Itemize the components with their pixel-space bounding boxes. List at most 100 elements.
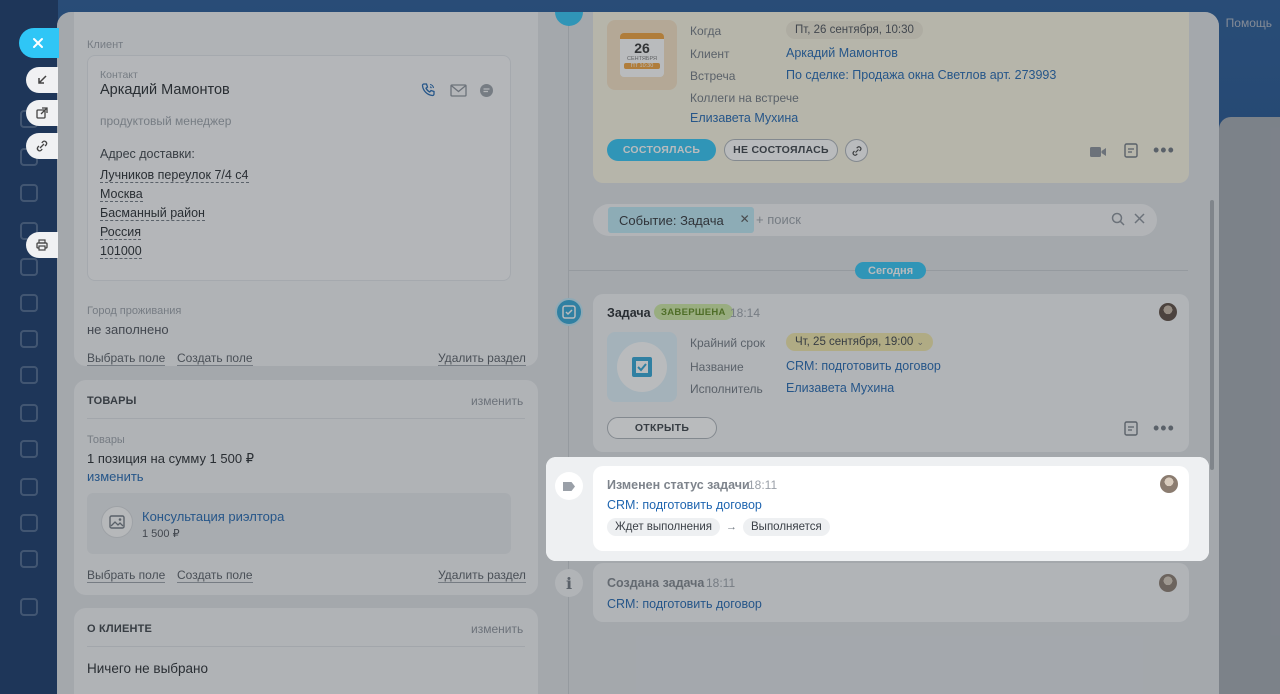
client-link[interactable]: Аркадий Мамонтов xyxy=(786,46,898,60)
filter-chip[interactable]: Событие: Задача ✕ xyxy=(608,207,754,233)
more-menu-icon[interactable]: ••• xyxy=(1153,141,1175,159)
video-icon[interactable] xyxy=(1089,145,1107,163)
link-icon xyxy=(36,140,48,152)
product-price: 1 500 ₽ xyxy=(142,528,180,540)
print-button[interactable] xyxy=(26,232,58,258)
info-timeline-dot: i xyxy=(555,569,583,597)
city-value: не заполнено xyxy=(87,322,169,337)
colleagues-label: Коллеги на встрече xyxy=(690,91,799,105)
about-edit-link[interactable]: изменить xyxy=(471,622,523,636)
filter-search-input[interactable]: + поиск xyxy=(756,212,801,227)
goods-section: ТОВАРЫ изменить Товары 1 позиция на сумм… xyxy=(74,380,538,595)
timeline-dot xyxy=(555,12,583,26)
status-from: Ждет выполнения xyxy=(607,518,721,536)
note-icon[interactable] xyxy=(1124,421,1138,441)
address-line[interactable]: Лучников переулок 7/4 с4 xyxy=(100,168,249,183)
city-label: Город проживания xyxy=(87,305,182,317)
address-label: Адрес доставки: xyxy=(100,147,195,161)
clear-filter-icon[interactable] xyxy=(1133,212,1146,230)
about-value: Ничего не выбрано xyxy=(87,661,209,676)
status-change-task-link[interactable]: CRM: подготовить договор xyxy=(607,498,762,512)
deadline-value[interactable]: Чт, 25 сентября, 19:00 ⌄ xyxy=(786,333,934,351)
contact-name[interactable]: Аркадий Мамонтов xyxy=(100,82,230,98)
timeline-scrollbar[interactable] xyxy=(1210,200,1214,470)
client-section: Клиент Контакт Аркадий Мамонтов продукто… xyxy=(74,12,538,366)
task-time: 18:14 xyxy=(730,306,761,320)
goods-change-link[interactable]: изменить xyxy=(87,469,144,484)
create-field-link[interactable]: Создать поле xyxy=(177,568,253,583)
note-icon[interactable] xyxy=(1124,143,1138,163)
today-badge: Сегодня xyxy=(855,262,927,279)
calendar-day: 26 xyxy=(634,40,650,56)
avatar[interactable] xyxy=(1159,303,1177,321)
task-created-time: 18:11 xyxy=(706,576,736,590)
meeting-not-done-button[interactable]: НЕ СОСТОЯЛАСЬ xyxy=(724,139,838,161)
avatar[interactable] xyxy=(1160,475,1178,493)
goods-label: Товары xyxy=(87,434,125,446)
address-lines: Лучников переулок 7/4 с4 Москва Басманны… xyxy=(100,166,249,261)
when-value: Пт, 26 сентября, 10:30 xyxy=(786,21,923,39)
remove-filter-icon[interactable]: ✕ xyxy=(740,212,750,226)
mail-icon[interactable] xyxy=(450,84,467,102)
copy-link-button[interactable] xyxy=(26,133,58,159)
status-change-card: Изменен статус задачи 18:11 CRM: подгото… xyxy=(593,466,1189,551)
product-name[interactable]: Консультация риэлтора xyxy=(142,509,284,524)
task-created-link[interactable]: CRM: подготовить договор xyxy=(607,597,762,611)
meeting-done-button[interactable]: СОСТОЯЛАСЬ xyxy=(607,139,716,161)
contact-label: Контакт xyxy=(100,69,138,81)
goods-edit-link[interactable]: изменить xyxy=(471,394,523,408)
task-created-card: Создана задача 18:11 CRM: подготовить до… xyxy=(593,563,1189,622)
select-field-link[interactable]: Выбрать поле xyxy=(87,351,166,366)
open-in-new-window-button[interactable] xyxy=(26,100,58,126)
printer-icon xyxy=(36,239,48,251)
product-image-icon xyxy=(101,506,133,538)
search-icon[interactable] xyxy=(1111,212,1125,231)
goods-section-title: ТОВАРЫ xyxy=(87,395,137,407)
delete-section-link[interactable]: Удалить раздел xyxy=(438,351,526,366)
phone-icon[interactable] xyxy=(420,82,436,103)
assignee-label: Исполнитель xyxy=(690,382,763,396)
address-line[interactable]: Москва xyxy=(100,187,143,202)
status-change-title: Изменен статус задачи xyxy=(607,478,750,492)
avatar[interactable] xyxy=(1159,574,1177,592)
external-link-icon xyxy=(36,107,48,119)
colleague-link[interactable]: Елизавета Мухина xyxy=(690,111,798,125)
deadline-label: Крайний срок xyxy=(690,336,766,350)
status-timeline-dot xyxy=(555,472,583,500)
address-line[interactable]: Россия xyxy=(100,225,141,240)
attach-link-button[interactable] xyxy=(845,139,868,162)
address-line[interactable]: Басманный район xyxy=(100,206,205,221)
task-created-title: Создана задача xyxy=(607,576,705,590)
status-change-time: 18:11 xyxy=(748,478,778,492)
when-label: Когда xyxy=(690,24,722,38)
more-menu-icon[interactable]: ••• xyxy=(1153,419,1175,437)
product-card: Консультация риэлтора 1 500 ₽ xyxy=(87,493,511,554)
arrow-down-left-icon xyxy=(38,75,47,84)
timeline-filter-bar[interactable]: Событие: Задача ✕ + поиск xyxy=(593,204,1157,236)
tag-icon xyxy=(563,481,575,491)
create-field-link[interactable]: Создать поле xyxy=(177,351,253,366)
deadline-text: Чт, 25 сентября, 19:00 xyxy=(795,336,914,348)
task-name-link[interactable]: CRM: подготовить договор xyxy=(786,359,941,373)
about-client-section: О КЛИЕНТЕ изменить Ничего не выбрано xyxy=(74,608,538,694)
contact-position: продуктовый менеджер xyxy=(100,114,232,128)
minimize-button[interactable] xyxy=(26,67,58,93)
task-activity-card: Задача ЗАВЕРШЕНА 18:14 Крайний срок Чт, … xyxy=(593,294,1189,452)
crm-entity-slider: Клиент Контакт Аркадий Мамонтов продукто… xyxy=(57,12,1219,694)
task-name-label: Название xyxy=(690,360,744,374)
select-field-link[interactable]: Выбрать поле xyxy=(87,568,166,583)
contact-card: Контакт Аркадий Мамонтов продуктовый мен… xyxy=(87,55,511,281)
status-to: Выполняется xyxy=(743,518,830,536)
deal-link[interactable]: По сделке: Продажа окна Светлов арт. 273… xyxy=(786,68,1056,82)
chat-icon[interactable] xyxy=(479,83,494,103)
assignee-link[interactable]: Елизавета Мухина xyxy=(786,381,894,395)
address-line[interactable]: 101000 xyxy=(100,244,142,259)
delete-section-link[interactable]: Удалить раздел xyxy=(438,568,526,583)
close-slider-button[interactable] xyxy=(19,28,59,58)
task-timeline-dot xyxy=(555,298,583,326)
task-icon xyxy=(607,332,677,402)
divider xyxy=(87,418,525,419)
open-task-button[interactable]: ОТКРЫТЬ xyxy=(607,417,717,439)
checkbox-icon xyxy=(562,305,576,319)
calendar-icon: 26 СЕНТЯБРЯ ПТ 10:30 xyxy=(607,20,677,90)
